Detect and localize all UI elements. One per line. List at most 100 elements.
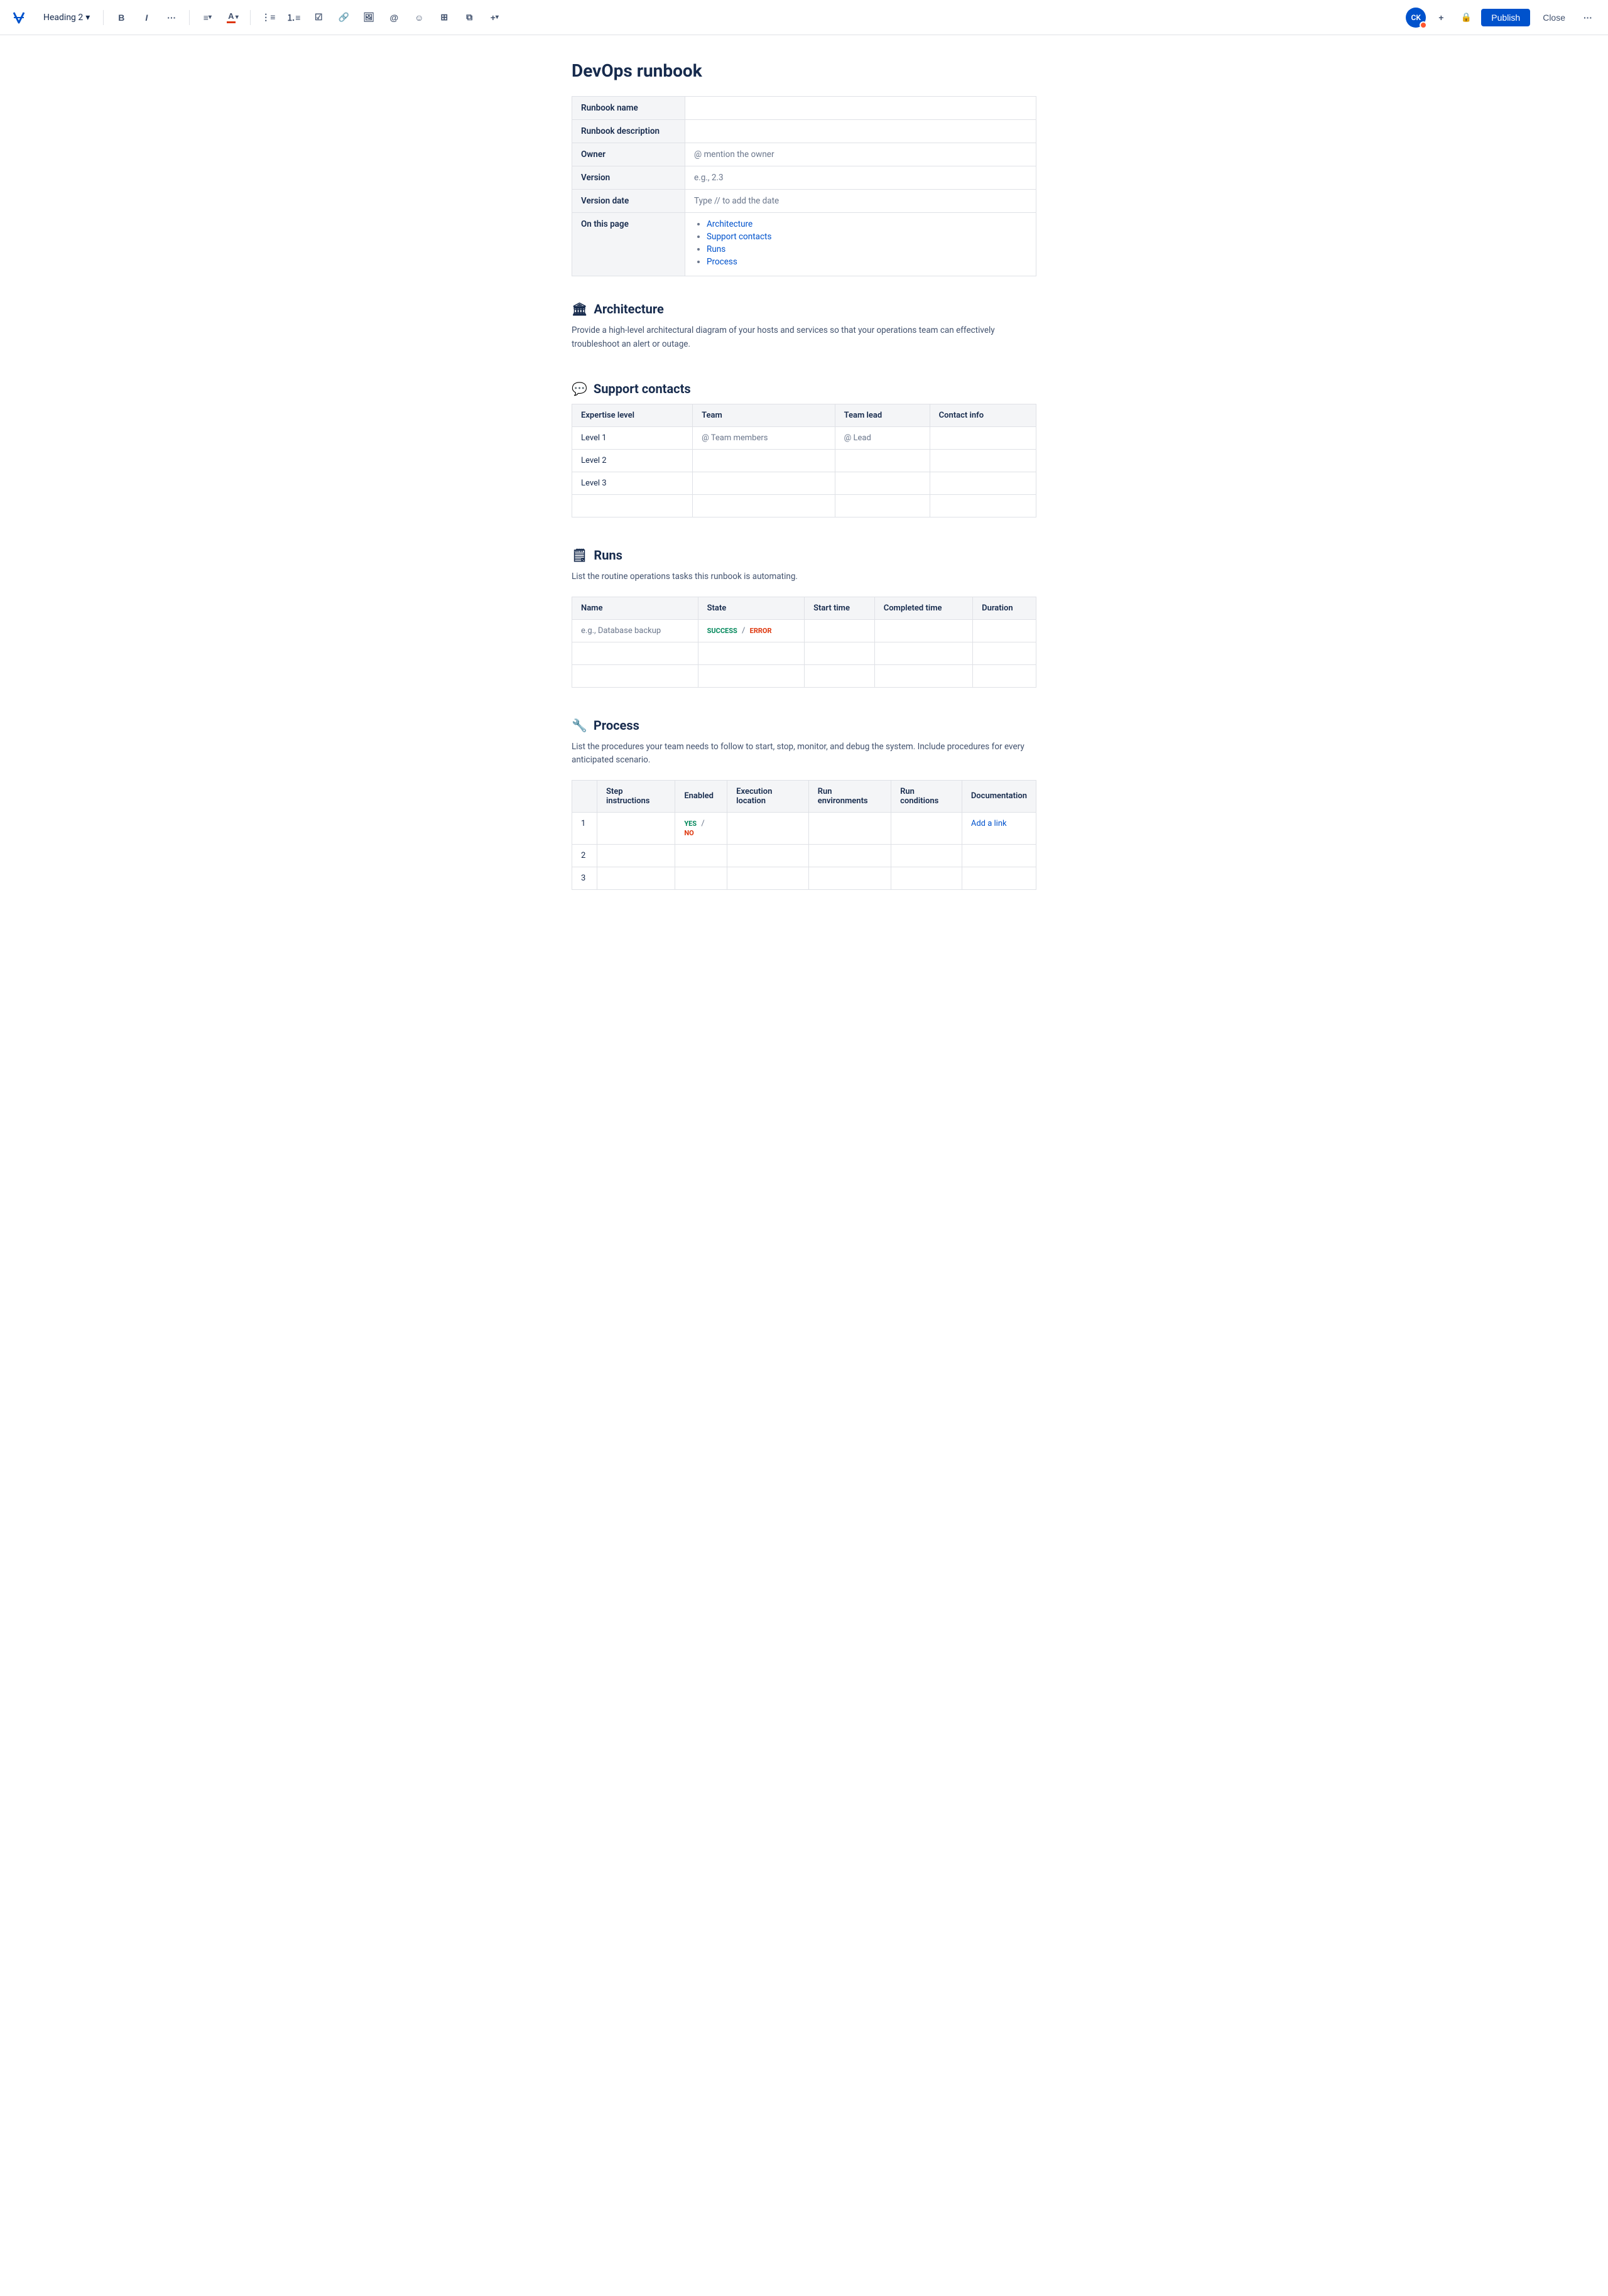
page-title[interactable]: DevOps runbook (572, 60, 1036, 81)
run-completed-1[interactable] (874, 619, 972, 642)
state-separator: / (742, 626, 745, 636)
run-duration-1[interactable] (973, 619, 1036, 642)
process-heading-text[interactable]: Process (594, 718, 639, 733)
documentation-link-1[interactable]: Add a link (971, 819, 1007, 828)
run-name-2[interactable] (572, 642, 698, 664)
process-location-3[interactable] (727, 867, 809, 889)
contact-empty[interactable] (930, 495, 1036, 517)
bullet-list-button[interactable]: ⋮≡ (258, 8, 278, 28)
contact-2[interactable] (930, 450, 1036, 472)
col-execution-location: Execution location (727, 780, 809, 812)
link-architecture[interactable]: Architecture (707, 219, 752, 229)
run-start-2[interactable] (805, 642, 875, 664)
align-button[interactable]: ≡ ▾ (197, 8, 217, 28)
numbered-list-button[interactable]: ⒈≡ (283, 8, 303, 28)
process-enabled-2[interactable] (675, 844, 727, 867)
info-value-owner[interactable]: @ mention the owner (685, 143, 1036, 166)
add-collaborator-button[interactable]: + (1431, 8, 1451, 28)
process-documentation-3[interactable] (962, 867, 1036, 889)
italic-button[interactable]: I (136, 8, 156, 28)
process-documentation-2[interactable] (962, 844, 1036, 867)
run-state-3[interactable] (698, 664, 804, 687)
info-value-version-date[interactable]: Type // to add the date (685, 190, 1036, 213)
runs-heading-text[interactable]: Runs (594, 548, 622, 563)
link-button[interactable]: 🔗 (334, 8, 354, 28)
table-row: Level 2 (572, 450, 1036, 472)
link-runs[interactable]: Runs (707, 244, 725, 254)
run-state-2[interactable] (698, 642, 804, 664)
col-state: State (698, 597, 804, 619)
process-environments-3[interactable] (808, 867, 891, 889)
run-name-1[interactable]: e.g., Database backup (572, 619, 698, 642)
publish-button[interactable]: Publish (1481, 9, 1530, 26)
process-location-1[interactable] (727, 812, 809, 844)
process-conditions-3[interactable] (891, 867, 962, 889)
lead-2[interactable] (835, 450, 930, 472)
process-conditions-2[interactable] (891, 844, 962, 867)
expertise-level-2[interactable]: Level 2 (572, 450, 693, 472)
link-process[interactable]: Process (707, 257, 737, 267)
team-empty[interactable] (693, 495, 835, 517)
expertise-level-3[interactable]: Level 3 (572, 472, 693, 495)
columns-icon: ⧉ (466, 12, 472, 23)
col-run-conditions: Run conditions (891, 780, 962, 812)
align-icon: ≡ (204, 13, 209, 23)
contact-3[interactable] (930, 472, 1036, 495)
info-value-runbook-description[interactable] (685, 120, 1036, 143)
bold-button[interactable]: B (111, 8, 131, 28)
more-text-button[interactable]: ··· (161, 8, 182, 28)
image-button[interactable]: 🖼 (359, 8, 379, 28)
add-icon: + (1438, 13, 1443, 23)
run-completed-3[interactable] (874, 664, 972, 687)
contact-1[interactable] (930, 427, 1036, 450)
process-enabled-3[interactable] (675, 867, 727, 889)
close-button[interactable]: Close (1535, 9, 1573, 26)
lead-1[interactable]: @ Lead (835, 427, 930, 450)
columns-button[interactable]: ⧉ (459, 8, 479, 28)
info-label-version-date: Version date (572, 190, 685, 213)
support-contacts-section: 💬 Support contacts Expertise level Team … (572, 381, 1036, 517)
process-environments-2[interactable] (808, 844, 891, 867)
process-documentation-1[interactable]: Add a link (962, 812, 1036, 844)
table-button[interactable]: ⊞ (434, 8, 454, 28)
process-instructions-1[interactable] (597, 812, 675, 844)
link-icon: 🔗 (339, 12, 349, 23)
process-row-num-2: 2 (572, 844, 597, 867)
app-logo (10, 9, 28, 26)
task-button[interactable]: ☑ (308, 8, 329, 28)
heading-selector[interactable]: Heading 2 ▾ (38, 9, 95, 26)
expertise-level-empty[interactable] (572, 495, 693, 517)
avatar[interactable]: CK (1406, 8, 1426, 28)
process-instructions-3[interactable] (597, 867, 675, 889)
info-value-runbook-name[interactable] (685, 97, 1036, 120)
team-3[interactable] (693, 472, 835, 495)
support-contacts-heading-text[interactable]: Support contacts (594, 381, 691, 396)
expertise-level-1[interactable]: Level 1 (572, 427, 693, 450)
run-duration-2[interactable] (973, 642, 1036, 664)
run-start-3[interactable] (805, 664, 875, 687)
lead-3[interactable] (835, 472, 930, 495)
run-duration-3[interactable] (973, 664, 1036, 687)
mention-button[interactable]: @ (384, 8, 404, 28)
color-button[interactable]: A ▾ (222, 8, 242, 28)
table-row (572, 642, 1036, 664)
table-row: 1 YES / NO Add a link (572, 812, 1036, 844)
process-instructions-2[interactable] (597, 844, 675, 867)
emoji-button[interactable]: ☺ (409, 8, 429, 28)
run-start-1[interactable] (805, 619, 875, 642)
more-insert-button[interactable]: + ▾ (484, 8, 504, 28)
team-1[interactable]: @ Team members (693, 427, 835, 450)
lock-button[interactable]: 🔒 (1456, 8, 1476, 28)
process-location-2[interactable] (727, 844, 809, 867)
team-2[interactable] (693, 450, 835, 472)
overflow-menu-button[interactable]: ··· (1578, 8, 1598, 28)
info-value-version[interactable]: e.g., 2.3 (685, 166, 1036, 190)
process-conditions-1[interactable] (891, 812, 962, 844)
link-support-contacts[interactable]: Support contacts (707, 232, 771, 242)
run-name-3[interactable] (572, 664, 698, 687)
lead-empty[interactable] (835, 495, 930, 517)
run-completed-2[interactable] (874, 642, 972, 664)
process-environments-1[interactable] (808, 812, 891, 844)
toolbar: Heading 2 ▾ B I ··· ≡ ▾ A ▾ ⋮≡ ⒈≡ ☑ 🔗 (0, 0, 1608, 35)
architecture-heading-text[interactable]: Architecture (594, 301, 663, 317)
